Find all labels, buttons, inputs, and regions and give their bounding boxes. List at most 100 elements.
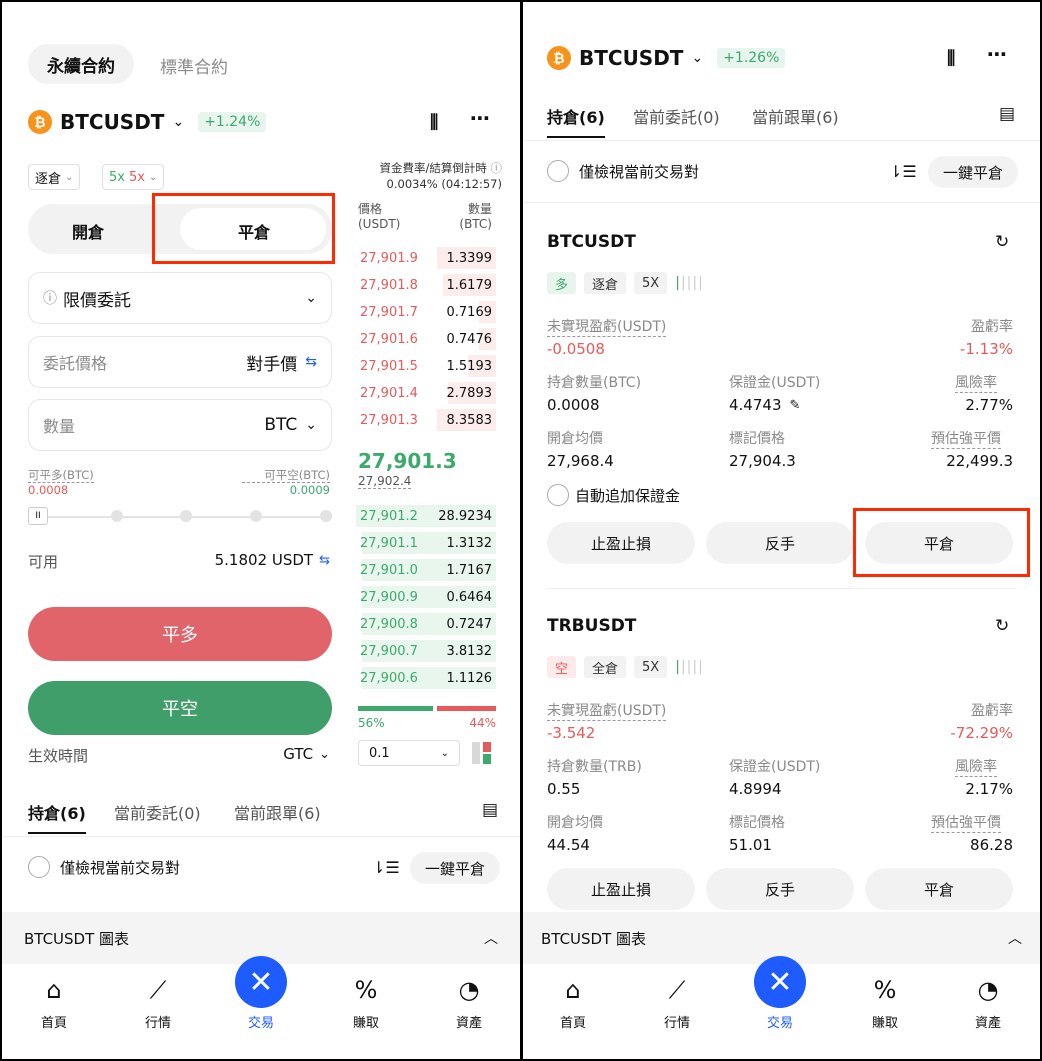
ask-row[interactable]: 27,901.5 1.5193 xyxy=(356,353,496,379)
ask-row[interactable]: 27,901.4 2.7893 xyxy=(356,380,496,406)
symbol-selector[interactable]: BTCUSDT xyxy=(579,46,683,70)
bid-row[interactable]: 27,900.9 0.6464 xyxy=(356,584,496,610)
price-field[interactable]: 委託價格 對手價 ⇆ xyxy=(28,336,332,388)
nav-earn[interactable]: % 賺取 xyxy=(845,972,925,1031)
chevron-down-icon[interactable]: ⌄ xyxy=(305,417,317,433)
slider-stop[interactable] xyxy=(111,510,123,522)
close-short-button[interactable]: 平空 xyxy=(28,681,332,735)
order-type-select[interactable]: ⓘ 限價委託 ⌄ xyxy=(28,272,332,324)
chevron-down-icon[interactable]: ⌄ xyxy=(691,50,703,66)
candlestick-icon[interactable]: ⫼ xyxy=(430,112,438,133)
position-symbol[interactable]: TRBUSDT xyxy=(547,616,636,636)
reverse-button[interactable]: 反手 xyxy=(706,868,854,910)
tif-select[interactable]: GTC ⌄ xyxy=(262,745,330,763)
nav-markets[interactable]: ⟋ 行情 xyxy=(118,972,198,1031)
bid-row[interactable]: 27,901.2 28.9234 xyxy=(356,503,496,529)
document-icon[interactable]: ▤ xyxy=(999,104,1015,124)
tab-open-orders[interactable]: 當前委託(0) xyxy=(114,800,201,824)
chevron-up-icon[interactable]: ︿ xyxy=(1008,928,1022,948)
highlight-close-tab xyxy=(152,193,335,264)
nav-trade[interactable]: ✕ 交易 xyxy=(221,956,301,1031)
tab-underline xyxy=(28,832,86,834)
more-icon[interactable]: ⋯ xyxy=(470,106,490,130)
last-price: 27,901.3 xyxy=(358,449,457,473)
swap-icon[interactable]: ⇆ xyxy=(305,354,317,370)
sort-icon[interactable]: ⇂☰ xyxy=(372,858,400,877)
slider-stop[interactable] xyxy=(180,510,192,522)
close-all-button[interactable]: 一鍵平倉 xyxy=(928,156,1018,188)
ask-row[interactable]: 27,901.9 1.3399 xyxy=(356,245,496,271)
chevron-down-icon[interactable]: ⌄ xyxy=(172,114,184,130)
close-long-button[interactable]: 平多 xyxy=(28,607,332,661)
ask-row[interactable]: 27,901.7 0.7169 xyxy=(356,299,496,325)
tab-standard[interactable]: 標準合約 xyxy=(160,53,228,78)
tab-copy-trades[interactable]: 當前跟單(6) xyxy=(234,800,321,824)
tpsl-button[interactable]: 止盈止損 xyxy=(547,868,695,910)
symbol-selector[interactable]: BTCUSDT xyxy=(60,110,164,134)
only-current-toggle[interactable]: 僅檢視當前交易對 xyxy=(28,856,180,878)
trade-panel: 永續合約 標準合約 ₿ BTCUSDT ⌄ +1.24% ⫼ ⋯ 逐倉 ⌄ 5x … xyxy=(2,2,520,1059)
leverage-tag: 5X xyxy=(634,656,668,678)
share-icon[interactable]: ↻ xyxy=(995,616,1009,636)
tab-open-orders[interactable]: 當前委託(0) xyxy=(633,104,720,128)
chevron-up-icon[interactable]: ︿ xyxy=(484,928,498,948)
bid-row[interactable]: 27,900.6 1.1126 xyxy=(356,665,496,691)
divider xyxy=(523,202,1040,203)
bid-row[interactable]: 27,901.1 1.3132 xyxy=(356,530,496,556)
tif-label: 生效時間 xyxy=(28,747,89,765)
close-all-button[interactable]: 一鍵平倉 xyxy=(410,852,500,884)
leverage-select[interactable]: 5x 5x ⌄ xyxy=(102,164,165,190)
nav-home[interactable]: ⌂ 首頁 xyxy=(14,972,94,1031)
bid-row[interactable]: 27,900.8 0.7247 xyxy=(356,611,496,637)
tab-copy-trades[interactable]: 當前跟單(6) xyxy=(752,104,839,128)
close-position-button[interactable]: 平倉 xyxy=(865,868,1013,910)
tab-positions[interactable]: 持倉(6) xyxy=(547,104,605,128)
position-tags: 多 逐倉 5X ||||| xyxy=(547,272,704,294)
share-icon[interactable]: ↻ xyxy=(995,232,1009,252)
trend-icon: ⟋ xyxy=(668,976,686,1004)
position-symbol[interactable]: BTCUSDT xyxy=(547,232,636,252)
ask-row[interactable]: 27,901.6 0.7476 xyxy=(356,326,496,352)
book-qty: 0.7169 xyxy=(446,304,493,320)
nav-assets[interactable]: ◔ 資產 xyxy=(948,972,1028,1031)
nav-markets[interactable]: ⟋ 行情 xyxy=(637,972,717,1031)
info-icon[interactable]: ⓘ xyxy=(491,161,503,175)
checkbox[interactable] xyxy=(28,856,50,878)
auto-margin-toggle[interactable]: 自動追加保證金 xyxy=(547,484,680,506)
precision-select[interactable]: 0.1 ⌄ xyxy=(358,740,460,766)
liq-label: 預估強平價 xyxy=(931,428,1001,449)
slider-handle[interactable]: II xyxy=(28,507,48,525)
candlestick-icon[interactable]: ⫼ xyxy=(947,48,955,69)
tab-positions[interactable]: 持倉(6) xyxy=(28,800,86,824)
ask-row[interactable]: 27,901.3 8.3583 xyxy=(356,407,496,433)
bid-row[interactable]: 27,900.7 3.8132 xyxy=(356,638,496,664)
transfer-icon[interactable]: ⇆ xyxy=(319,553,330,568)
roe-label: 盈虧率 xyxy=(971,319,1013,335)
quantity-field[interactable]: 數量 BTC ⌄ xyxy=(28,399,332,451)
home-icon: ⌂ xyxy=(46,976,62,1004)
edit-icon[interactable]: ✎ xyxy=(790,398,801,413)
tab-open[interactable]: 開倉 xyxy=(72,219,104,243)
document-icon[interactable]: ▤ xyxy=(482,800,498,820)
ask-row[interactable]: 27,901.8 1.6179 xyxy=(356,272,496,298)
margin-mode-select[interactable]: 逐倉 ⌄ xyxy=(28,164,81,190)
checkbox[interactable] xyxy=(547,160,569,182)
nav-home[interactable]: ⌂ 首頁 xyxy=(533,972,613,1031)
only-current-toggle[interactable]: 僅檢視當前交易對 xyxy=(547,160,699,182)
reverse-button[interactable]: 反手 xyxy=(706,522,854,564)
tpsl-button[interactable]: 止盈止損 xyxy=(547,522,695,564)
divider xyxy=(547,588,1016,589)
side-tag: 空 xyxy=(547,656,577,678)
book-layout-icon[interactable] xyxy=(472,742,492,764)
slider-stop[interactable] xyxy=(320,510,332,522)
sort-icon[interactable]: ⇂☰ xyxy=(889,162,917,181)
checkbox[interactable] xyxy=(547,484,569,506)
more-icon[interactable]: ⋯ xyxy=(987,42,1007,66)
bid-row[interactable]: 27,901.0 1.7167 xyxy=(356,557,496,583)
closable-long: 可平多(BTC) 0.0008 xyxy=(28,468,94,497)
nav-trade[interactable]: ✕ 交易 xyxy=(740,956,820,1031)
nav-earn[interactable]: % 賺取 xyxy=(326,972,406,1031)
slider-stop[interactable] xyxy=(250,510,262,522)
nav-assets[interactable]: ◔ 資產 xyxy=(429,972,509,1031)
tab-perpetual[interactable]: 永續合約 xyxy=(28,44,134,84)
